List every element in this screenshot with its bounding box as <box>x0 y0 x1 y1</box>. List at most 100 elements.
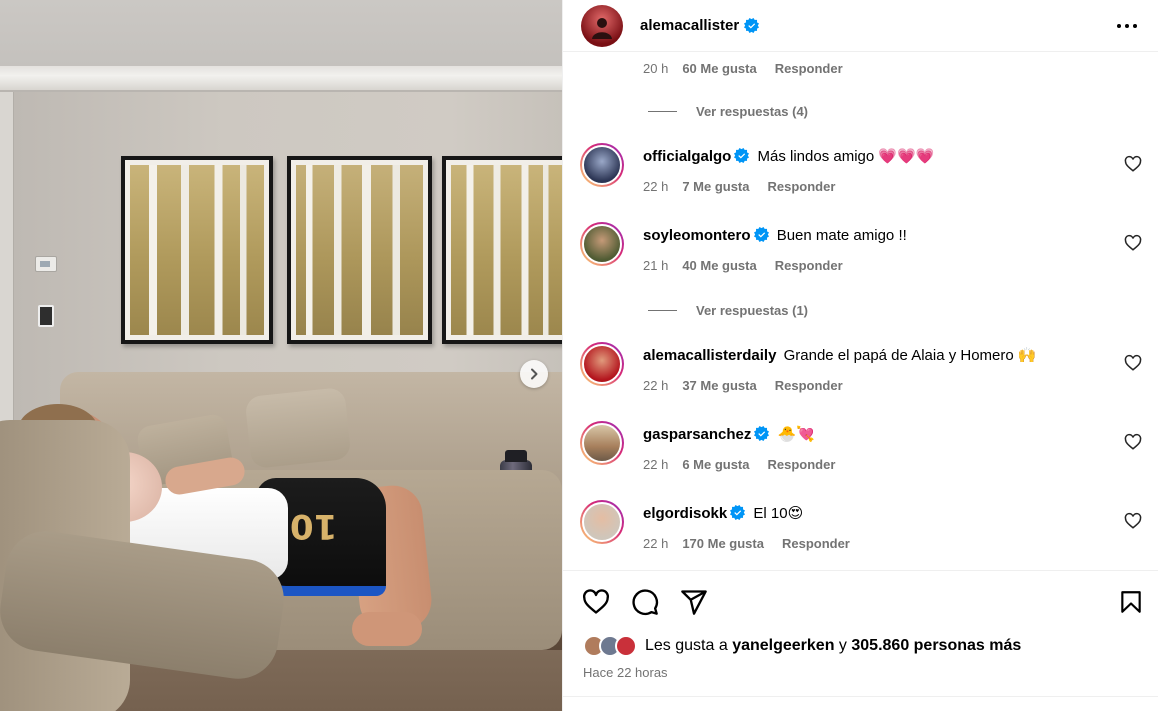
comment-item: gasparsanchez 🐣💘 22 h 6 Me gusta Respond… <box>580 421 1150 481</box>
commenter-avatar[interactable] <box>580 222 624 266</box>
comment-item: soyleomontero Buen mate amigo !! 21 h 40… <box>580 222 1150 282</box>
photo-light-switch <box>38 305 54 327</box>
more-horizontal-icon <box>1117 24 1137 28</box>
comment-time: 22 h <box>643 536 669 551</box>
comment-text: Buen mate amigo !! <box>776 227 907 244</box>
replies-divider <box>648 310 677 311</box>
comment-time: 22 h <box>643 179 669 194</box>
verified-badge-icon <box>753 227 769 242</box>
comment-item: elgordisokk El 10😍 22 h 170 Me gusta Res… <box>580 500 1150 560</box>
view-replies-button[interactable]: Ver respuestas (1) <box>648 303 808 318</box>
liker-avatar <box>615 635 637 657</box>
bookmark-icon <box>1121 591 1141 613</box>
comment-like-icon[interactable] <box>1124 155 1142 173</box>
like-button[interactable] <box>581 587 611 617</box>
comment-likes[interactable]: 6 Me gusta <box>682 457 749 472</box>
commenter-avatar[interactable] <box>580 143 624 187</box>
photo-crown-molding <box>0 66 562 92</box>
comment-text: Más lindos amigo 💗💗💗 <box>757 148 935 165</box>
comment-username[interactable]: officialgalgo <box>643 148 731 165</box>
reply-button[interactable]: Responder <box>782 536 850 551</box>
likes-summary: Les gusta a yanelgeerken y 305.860 perso… <box>583 635 1021 657</box>
comment-username[interactable]: gasparsanchez <box>643 426 751 443</box>
comment-like-icon[interactable] <box>1124 433 1142 451</box>
author-avatar[interactable] <box>581 4 623 47</box>
comment-body: alemacallisterdaily Grande el papá de Al… <box>643 346 1037 366</box>
comment-likes[interactable]: 60 Me gusta <box>682 61 756 76</box>
comment-time: 20 h <box>643 61 669 76</box>
comment-meta-partial: 20 h 60 Me gusta Responder <box>643 61 843 76</box>
reply-button[interactable]: Responder <box>775 258 843 273</box>
reply-button[interactable]: Responder <box>775 61 843 76</box>
comment-time: 22 h <box>643 457 669 472</box>
reply-button[interactable]: Responder <box>768 457 836 472</box>
post-photo: 10 <box>0 0 562 711</box>
photo-painting-center <box>287 156 432 344</box>
post-header: alemacallister <box>563 0 1158 52</box>
verified-badge-icon <box>754 426 770 441</box>
liker-avatars[interactable] <box>583 635 637 657</box>
comment-username[interactable]: elgordisokk <box>643 505 727 522</box>
comment-body: officialgalgo Más lindos amigo 💗💗💗 <box>643 147 934 167</box>
send-icon <box>681 590 707 615</box>
share-button[interactable] <box>679 587 709 617</box>
comment-body: soyleomontero Buen mate amigo !! <box>643 226 907 246</box>
person-silhouette-icon <box>592 17 612 39</box>
save-button[interactable] <box>1116 587 1146 617</box>
comment-text: El 10😍 <box>753 505 804 522</box>
post-timestamp[interactable]: Hace 22 horas <box>583 665 668 680</box>
comment-like-icon[interactable] <box>1124 354 1142 372</box>
comment-meta: 22 h 6 Me gusta Responder <box>643 457 835 472</box>
comment-username[interactable]: alemacallisterdaily <box>643 347 776 364</box>
photo-painting-left <box>121 156 273 344</box>
post-actions: Les gusta a yanelgeerken y 305.860 perso… <box>563 570 1158 696</box>
commenter-avatar[interactable] <box>580 500 624 544</box>
likes-prefix: Les gusta a <box>645 637 728 654</box>
view-replies-button[interactable]: Ver respuestas (4) <box>648 104 808 119</box>
photo-cushion <box>244 386 352 470</box>
likes-user[interactable]: yanelgeerken <box>732 637 834 655</box>
chevron-right-icon <box>531 368 538 380</box>
likes-others[interactable]: 305.860 personas más <box>851 637 1021 655</box>
comment-like-icon[interactable] <box>1124 512 1142 530</box>
author-username[interactable]: alemacallister <box>640 17 739 34</box>
reply-button[interactable]: Responder <box>768 179 836 194</box>
comment-text: 🐣💘 <box>777 426 815 443</box>
view-replies-label: Ver respuestas (4) <box>696 104 809 119</box>
comment-username[interactable]: soyleomontero <box>643 227 751 244</box>
heart-icon <box>583 589 609 614</box>
comment-meta: 22 h 37 Me gusta Responder <box>643 378 843 393</box>
more-options-button[interactable] <box>1115 14 1139 38</box>
author-username-row: alemacallister <box>640 17 760 34</box>
footer-divider <box>563 696 1158 697</box>
comment-meta: 21 h 40 Me gusta Responder <box>643 258 843 273</box>
photo-ceiling <box>0 0 562 76</box>
comment-likes[interactable]: 7 Me gusta <box>682 179 749 194</box>
photo-doorframe <box>0 92 14 472</box>
view-replies-label: Ver respuestas (1) <box>696 303 809 318</box>
comment-like-icon[interactable] <box>1124 234 1142 252</box>
reply-button[interactable]: Responder <box>775 378 843 393</box>
comment-icon <box>632 589 659 616</box>
commenter-avatar[interactable] <box>580 421 624 465</box>
likes-connector: y <box>838 637 847 654</box>
comment-item: alemacallisterdaily Grande el papá de Al… <box>580 342 1150 402</box>
commenter-avatar[interactable] <box>580 342 624 386</box>
comment-time: 21 h <box>643 258 669 273</box>
photo-thermostat <box>35 256 57 272</box>
comment-likes[interactable]: 40 Me gusta <box>682 258 756 273</box>
comment-body: elgordisokk El 10😍 <box>643 504 803 524</box>
replies-divider <box>648 111 677 112</box>
comment-likes[interactable]: 170 Me gusta <box>682 536 764 551</box>
photo-painting-right <box>442 156 562 344</box>
comment-text: Grande el papá de Alaia y Homero 🙌 <box>783 347 1037 364</box>
photo-shorts-number: 10 <box>290 506 338 546</box>
comments-list[interactable]: 20 h 60 Me gusta Responder Ver respuesta… <box>563 52 1158 570</box>
comment-likes[interactable]: 37 Me gusta <box>682 378 756 393</box>
verified-badge-icon <box>730 505 746 520</box>
post-side-panel: alemacallister 20 h 60 Me gusta Responde… <box>562 0 1158 711</box>
carousel-next-button[interactable] <box>520 360 548 388</box>
comment-body: gasparsanchez 🐣💘 <box>643 425 815 445</box>
comment-button[interactable] <box>630 587 660 617</box>
verified-badge-icon <box>744 18 760 33</box>
